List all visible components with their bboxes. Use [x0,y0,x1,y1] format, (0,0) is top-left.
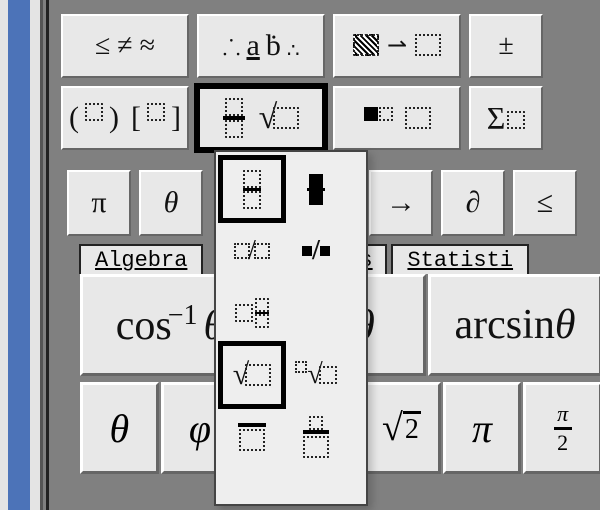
fraction-radical-button[interactable]: √ [197,86,325,150]
lteq-label: ≤ [537,188,553,218]
plusminus-button[interactable]: ± [469,14,543,78]
frac-rad-icon: √ [223,98,300,138]
tab-algebra[interactable]: Algebra [79,244,203,274]
pi2-label: π [472,405,492,452]
relational-ops-button[interactable]: ≤ ≠ ≈ [61,14,189,78]
partial-button[interactable]: ∂ [441,170,505,236]
arcsin-button[interactable]: arcsinθ [428,274,600,376]
overbar-icon [238,423,266,451]
popup-frac-vertical[interactable] [223,160,281,218]
popup-frac-slash-solid[interactable]: / [287,222,345,280]
half-pi-button[interactable]: π2 [523,382,600,474]
slashfrac-icon: / [234,235,270,267]
subsuper-icon [364,107,431,129]
pi-button[interactable]: π [67,170,131,236]
decoration-ops-button[interactable]: ⸫ aḃ ∴ [197,14,325,78]
matrix-ops-button[interactable]: ⇀ [333,14,461,78]
mixed-icon [235,298,269,328]
arrow-right-button[interactable]: → [369,170,433,236]
arcsin-label: arcsinθ [455,301,576,349]
sqrt-icon: √ [233,358,271,392]
matrix-icon: ⇀ [353,34,441,58]
popup-frac-slash-dotted[interactable]: / [223,222,281,280]
theta2-label: θ [109,405,129,452]
theta-label: θ [164,188,179,218]
relational-label: ≤ ≠ ≈ [95,32,155,60]
popup-over-under-bar[interactable] [287,408,345,466]
window-edge [0,0,43,510]
partial-label: ∂ [466,188,481,218]
sum-label: Σ [487,102,526,134]
pi-const-button[interactable]: π [443,382,522,474]
slashfrac2-icon: / [302,235,330,267]
popup-overbar[interactable] [223,408,281,466]
decor-icon: ⸫ aḃ ∴ [222,31,299,61]
acos-label: cos−1θ [116,300,224,350]
brackets-button[interactable]: () [] [61,86,189,150]
lteq-button[interactable]: ≤ [513,170,577,236]
tab-statistics[interactable]: Statisti [391,244,529,274]
phi-label: φ [189,405,211,452]
theta-var-button[interactable]: θ [80,382,159,474]
frac-vert-icon [243,170,261,209]
sqrt2-button[interactable]: √2 [362,382,441,474]
popup-mixed-fraction[interactable] [223,284,281,342]
sqrt2-label: √2 [382,406,421,450]
bracket-icon: () [] [69,103,181,133]
sub-super-button[interactable] [333,86,461,150]
pm-label: ± [498,32,513,60]
overunder-icon [303,416,329,458]
popup-frac-solid[interactable] [287,160,345,218]
frac-solid-icon [307,174,325,205]
nroot-icon: √ [295,359,336,391]
popup-nthroot[interactable]: √ [287,346,345,404]
theta-button[interactable]: θ [139,170,203,236]
fraction-radical-popup: / / √ √ [214,150,368,506]
pi-label: π [91,188,106,218]
vertical-scrollbar[interactable] [8,0,30,510]
arrow-label: → [386,188,416,218]
half-pi-label: π2 [554,401,572,456]
popup-sqrt[interactable]: √ [223,346,281,404]
sum-button[interactable]: Σ [469,86,543,150]
